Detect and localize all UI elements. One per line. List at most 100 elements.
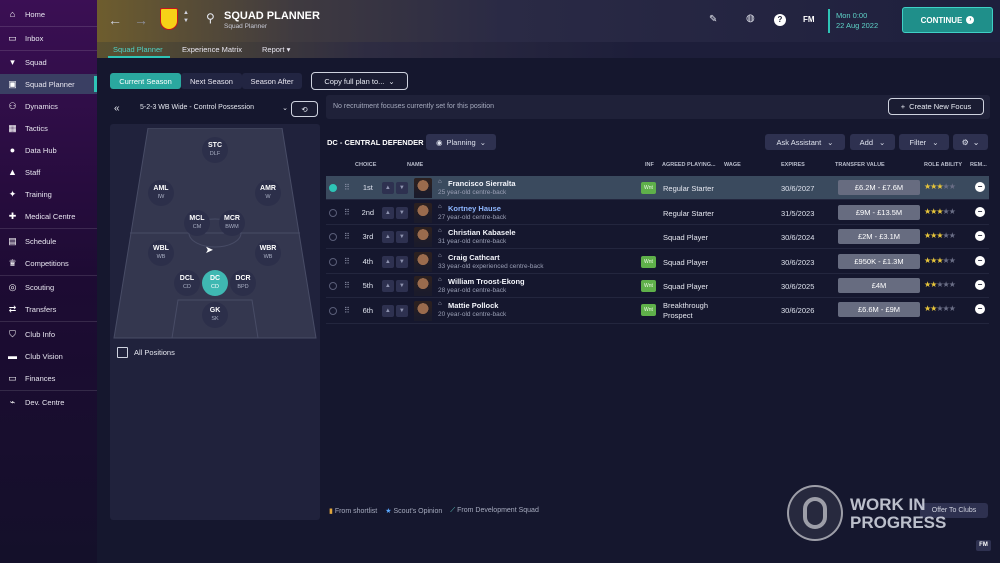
pitch-position-amr[interactable]: AMR W (255, 180, 281, 206)
back-arrow-icon[interactable]: ← (108, 12, 122, 28)
remove-icon[interactable]: − (975, 207, 985, 217)
drag-handle-icon[interactable]: ⠿ (344, 281, 350, 290)
search-icon[interactable]: ⚲ (206, 11, 215, 25)
move-up-icon[interactable]: ▲ (381, 206, 394, 219)
pitch-position-mcr[interactable]: MCR BWM (219, 210, 245, 236)
sidebar-item-inbox[interactable]: ▭ Inbox (0, 28, 97, 48)
help-icon[interactable]: ? (774, 14, 786, 26)
sidebar-item-transfers[interactable]: ⇄ Transfers (0, 299, 97, 319)
select-radio[interactable] (329, 257, 337, 266)
continue-button[interactable]: CONTINUE › (902, 7, 993, 33)
column-header-inf[interactable]: INF (645, 162, 654, 168)
column-header-remove[interactable]: REM... (970, 162, 987, 168)
table-row[interactable]: ⠿ 5th ▲ ▼ ⌂ William Troost-Ekong 28 year-… (326, 274, 989, 298)
table-row[interactable]: ⠿ 1st ▲ ▼ ⌂ Francisco Sierralta 25 year-o… (326, 176, 989, 200)
select-radio[interactable] (329, 306, 337, 315)
sidebar-item-club-info[interactable]: ⛉ Club Info (0, 324, 97, 344)
sidebar-item-schedule[interactable]: ▤ Schedule (0, 231, 97, 251)
collapse-panel-icon[interactable]: « (114, 103, 120, 114)
swap-formation-button[interactable]: ⟲ (291, 101, 318, 117)
sidebar-item-tactics[interactable]: ▦ Tactics (0, 118, 97, 138)
sidebar-item-training[interactable]: ✦ Training (0, 184, 97, 204)
remove-icon[interactable]: − (975, 182, 985, 192)
season-tab-current[interactable]: Current Season (110, 73, 181, 89)
move-down-icon[interactable]: ▼ (395, 255, 408, 268)
column-header-choice[interactable]: CHOICE (355, 162, 376, 168)
move-down-icon[interactable]: ▼ (395, 181, 408, 194)
select-radio[interactable] (329, 183, 337, 192)
season-tab-next[interactable]: Next Season (181, 73, 242, 89)
forward-arrow-icon[interactable]: → (134, 12, 148, 28)
move-up-icon[interactable]: ▲ (381, 230, 394, 243)
sidebar-item-staff[interactable]: ▲ Staff (0, 162, 97, 182)
pitch-position-dcr[interactable]: DCR BPD (230, 270, 256, 296)
sidebar-item-dev-centre[interactable]: ⌁ Dev. Centre (0, 392, 97, 412)
filter-dropdown[interactable]: Filter ⌄ (899, 134, 949, 150)
column-header-wage[interactable]: WAGE (724, 162, 741, 168)
add-dropdown[interactable]: Add ⌄ (850, 134, 895, 150)
ask-assistant-dropdown[interactable]: Ask Assistant ⌄ (765, 134, 845, 150)
pitch-position-gk[interactable]: GK SK (202, 302, 228, 328)
table-row[interactable]: ⠿ 2nd ▲ ▼ ⌂ Kortney Hause 27 year-old cen… (326, 201, 989, 225)
create-new-focus-button[interactable]: + Create New Focus (888, 98, 984, 115)
column-header-agreed[interactable]: AGREED PLAYING... (662, 162, 716, 168)
move-down-icon[interactable]: ▼ (395, 206, 408, 219)
move-up-icon[interactable]: ▲ (381, 181, 394, 194)
move-up-icon[interactable]: ▲ (381, 304, 394, 317)
remove-icon[interactable]: − (975, 256, 985, 266)
pencil-icon[interactable]: ✎ (709, 14, 717, 25)
settings-dropdown[interactable]: ⚙ ⌄ (953, 134, 988, 150)
formation-select[interactable]: 5-2-3 WB Wide - Control Possession ⌄ (140, 104, 288, 112)
move-up-icon[interactable]: ▲ (381, 255, 394, 268)
pitch-position-stc[interactable]: STC DLF (202, 137, 228, 163)
pitch-position-mcl[interactable]: MCL CM (184, 210, 210, 236)
pitch-position-wbr[interactable]: WBR WB (255, 240, 281, 266)
column-header-role-ability[interactable]: ROLE ABILITY (924, 162, 962, 168)
sidebar-item-competitions[interactable]: ♛ Competitions (0, 253, 97, 273)
sidebar-item-medical-centre[interactable]: ✚ Medical Centre (0, 206, 97, 226)
tab-squad-planner[interactable]: Squad Planner (113, 45, 163, 54)
sidebar-item-club-vision[interactable]: ▬ Club Vision (0, 346, 97, 366)
table-row[interactable]: ⠿ 3rd ▲ ▼ ⌂ Christian Kabasele 31 year-ol… (326, 225, 989, 249)
crest-chevrons-icon[interactable]: ▲ ▼ (183, 9, 189, 25)
select-radio[interactable] (329, 281, 337, 290)
sidebar-item-home[interactable]: ⌂ Home (0, 4, 97, 24)
sidebar-item-squad[interactable]: ▾ Squad (0, 52, 97, 72)
fm-menu-button[interactable]: FM (803, 15, 815, 24)
table-row[interactable]: ⠿ 4th ▲ ▼ ⌂ Craig Cathcart 33 year-old ex… (326, 250, 989, 274)
select-radio[interactable] (329, 232, 337, 241)
drag-handle-icon[interactable]: ⠿ (344, 232, 350, 241)
drag-handle-icon[interactable]: ⠿ (344, 183, 350, 192)
remove-icon[interactable]: − (975, 280, 985, 290)
tab-experience-matrix[interactable]: Experience Matrix (182, 45, 242, 54)
table-row[interactable]: ⠿ 6th ▲ ▼ ⌂ Mattie Pollock 20 year-old ce… (326, 298, 989, 324)
column-header-expires[interactable]: EXPIRES (781, 162, 805, 168)
move-down-icon[interactable]: ▼ (395, 230, 408, 243)
select-radio[interactable] (329, 208, 337, 217)
pitch-position-dc[interactable]: DC CD (202, 270, 228, 296)
sidebar-item-scouting[interactable]: ◎ Scouting (0, 277, 97, 297)
sidebar-item-finances[interactable]: ▭ Finances (0, 368, 97, 388)
column-header-transfer-value[interactable]: TRANSFER VALUE (835, 162, 885, 168)
column-header-name[interactable]: NAME (407, 162, 423, 168)
pitch-position-aml[interactable]: AML IW (148, 180, 174, 206)
remove-icon[interactable]: − (975, 231, 985, 241)
planning-dropdown[interactable]: ◉ Planning ⌄ (426, 134, 496, 150)
sidebar-item-data-hub[interactable]: ● Data Hub (0, 140, 97, 160)
all-positions-checkbox[interactable]: All Positions (117, 347, 175, 358)
pitch-position-wbl[interactable]: WBL WB (148, 240, 174, 266)
globe-icon[interactable]: ◍ (746, 13, 755, 24)
sidebar-item-squad-planner[interactable]: ▣ Squad Planner (0, 74, 97, 94)
move-down-icon[interactable]: ▼ (395, 279, 408, 292)
copy-plan-dropdown[interactable]: Copy full plan to... ⌄ (311, 72, 408, 90)
drag-handle-icon[interactable]: ⠿ (344, 208, 350, 217)
drag-handle-icon[interactable]: ⠿ (344, 257, 350, 266)
sidebar-item-dynamics[interactable]: ⚇ Dynamics (0, 96, 97, 116)
season-tab-after[interactable]: Season After (242, 73, 302, 89)
move-down-icon[interactable]: ▼ (395, 304, 408, 317)
pitch-position-dcl[interactable]: DCL CD (174, 270, 200, 296)
drag-handle-icon[interactable]: ⠿ (344, 306, 350, 315)
remove-icon[interactable]: − (975, 304, 985, 314)
tab-report[interactable]: Report ▾ (262, 45, 290, 54)
move-up-icon[interactable]: ▲ (381, 279, 394, 292)
